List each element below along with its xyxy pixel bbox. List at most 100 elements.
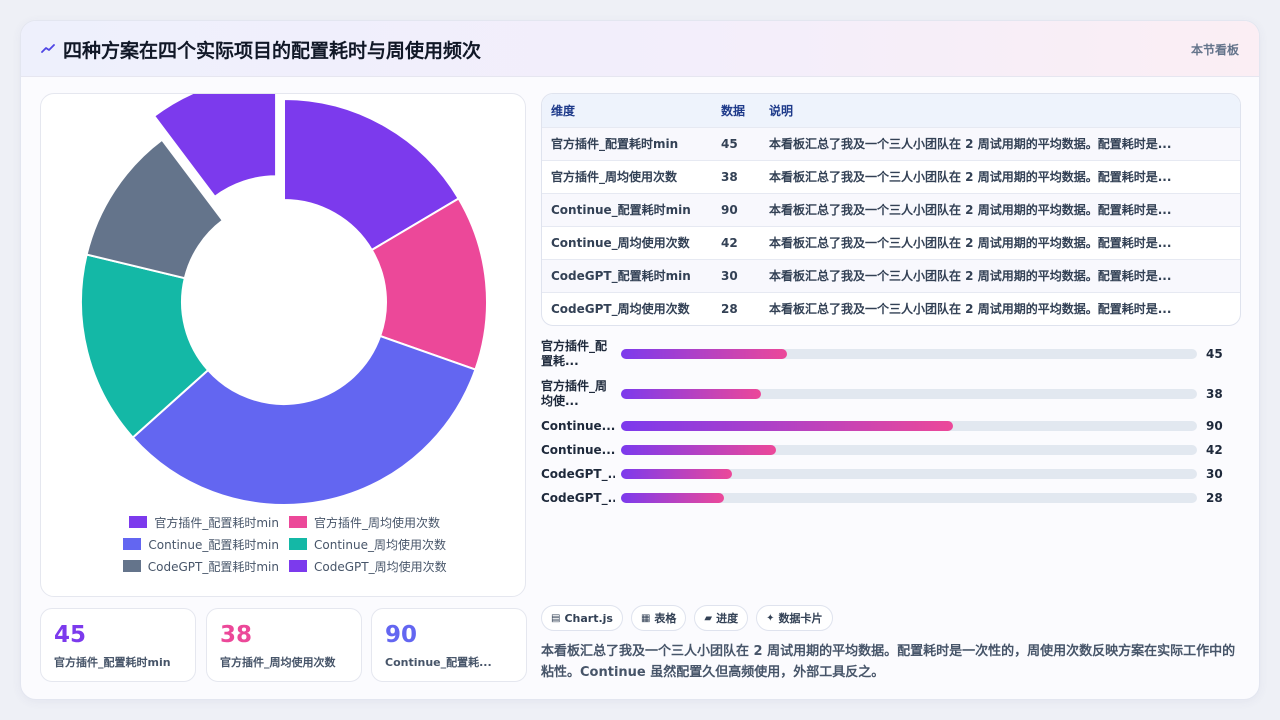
chip-label: Chart.js xyxy=(564,611,613,625)
kpi-card: 45 官方插件_配置耗时min xyxy=(40,608,196,682)
progress-label: Continue... xyxy=(541,419,615,433)
chip-label: 表格 xyxy=(654,612,677,625)
table-cell: Continue_配置耗时min xyxy=(551,203,691,217)
legend-item[interactable]: CodeGPT_配置耗时min xyxy=(81,558,279,574)
legend-swatch xyxy=(289,538,307,550)
table-cell: 38 xyxy=(721,169,738,184)
table-cell: 28 xyxy=(721,301,738,316)
column-header: 维度 xyxy=(551,103,576,118)
progress-fill xyxy=(621,389,762,399)
legend-swatch xyxy=(123,538,142,550)
table-cell: 42 xyxy=(721,235,738,250)
description-text: 本看板汇总了我及一个三人小团队在 2 周试用期的平均数据。配置耗时是一次性的，周… xyxy=(541,644,1236,680)
chip-table[interactable]: ▦ 表格 xyxy=(630,605,687,631)
data-table: 维度 数据 说明 官方插件_配置耗时min 45 本看板汇总了我及一个三人小团队在 … xyxy=(541,93,1241,326)
legend-item[interactable]: 官方插件_配置耗时min xyxy=(81,514,279,530)
table-cell: 本看板汇总了我及一个三人小团队在 2 周试用期的平均数据。配置耗时是... xyxy=(769,302,1172,317)
table-cell: CodeGPT_配置耗时min xyxy=(551,269,691,283)
table-row: CodeGPT_周均使用次数 28 本看板汇总了我及一个三人小团队在 2 周试用期的… xyxy=(542,292,1240,325)
progress-track xyxy=(621,469,1197,479)
legend-label: 官方插件_周均使用次数 xyxy=(314,515,441,530)
progress-track xyxy=(621,493,1197,503)
kpi-card: 38 官方插件_周均使用次数 xyxy=(206,608,362,682)
kpi-label: Continue_配置耗... xyxy=(385,656,492,669)
chart-legend: 官方插件_配置耗时min 官方插件_周均使用次数 Continue_配置耗时min C… xyxy=(81,514,487,574)
chip-progress[interactable]: ▰ 进度 xyxy=(694,605,749,631)
legend-swatch xyxy=(129,516,148,528)
legend-label: CodeGPT_周均使用次数 xyxy=(314,559,447,574)
column-header: 说明 xyxy=(769,103,794,118)
section-tag: 本节看板 xyxy=(1190,43,1239,57)
chip-chart[interactable]: ▤ Chart.js xyxy=(541,605,623,631)
legend-item[interactable]: Continue_周均使用次数 xyxy=(289,536,487,552)
progress-label: 官方插件_周均使... xyxy=(541,379,608,408)
progress-value: 45 xyxy=(1206,347,1223,361)
table-cell: 30 xyxy=(721,268,738,283)
table-row: 官方插件_周均使用次数 38 本看板汇总了我及一个三人小团队在 2 周试用期的平均数… xyxy=(542,160,1240,193)
chip-label: 进度 xyxy=(716,612,739,625)
table-cell: 90 xyxy=(721,202,738,217)
table-cell: 本看板汇总了我及一个三人小团队在 2 周试用期的平均数据。配置耗时是... xyxy=(769,170,1172,184)
legend-label: CodeGPT_配置耗时min xyxy=(147,559,279,574)
kpi-card: 90 Continue_配置耗... xyxy=(371,608,527,682)
sparkle-icon: ✦ xyxy=(766,612,775,624)
progress-track xyxy=(621,349,1197,359)
progress-label: CodeGPT_... xyxy=(541,467,615,481)
table-cell: 45 xyxy=(721,136,738,151)
legend-item[interactable]: 官方插件_周均使用次数 xyxy=(289,514,487,530)
progress-value: 28 xyxy=(1206,491,1223,505)
legend-item[interactable]: CodeGPT_周均使用次数 xyxy=(289,558,487,574)
kpi-value: 45 xyxy=(54,622,87,648)
progress-fill xyxy=(621,421,954,431)
progress-value: 42 xyxy=(1206,443,1223,457)
legend-label: 官方插件_配置耗时min xyxy=(154,515,279,530)
page-title: 四种方案在四个实际项目的配置耗时与周使用频次 xyxy=(63,40,482,62)
chip-label: 数据卡片 xyxy=(778,612,823,625)
progress-value: 38 xyxy=(1206,387,1223,401)
dashboard-card: 四种方案在四个实际项目的配置耗时与周使用频次 本节看板 官方插件_配置耗时min… xyxy=(20,20,1260,700)
progress-track xyxy=(621,445,1197,455)
progress-track xyxy=(621,421,1197,431)
chart-icon: ▤ xyxy=(551,612,561,624)
column-header: 数据 xyxy=(721,103,746,118)
progress-track xyxy=(621,389,1197,399)
legend-swatch xyxy=(122,560,141,572)
legend-item[interactable]: Continue_配置耗时min xyxy=(81,536,279,552)
kpi-value: 90 xyxy=(385,622,418,648)
progress-fill xyxy=(621,493,725,503)
progress-label: Continue... xyxy=(541,443,615,457)
legend-swatch xyxy=(289,516,307,528)
progress-label: 官方插件_配置耗... xyxy=(541,339,608,368)
feature-chips: ▤ Chart.js ▦ 表格 ▰ 进度 ✦ 数据卡片 xyxy=(541,605,833,631)
progress-fill xyxy=(621,349,788,359)
progress-icon: ▰ xyxy=(704,612,713,624)
table-row: CodeGPT_配置耗时min 30 本看板汇总了我及一个三人小团队在 2 周试用期… xyxy=(542,259,1240,292)
kpi-label: 官方插件_配置耗时min xyxy=(54,656,171,669)
table-cell: 本看板汇总了我及一个三人小团队在 2 周试用期的平均数据。配置耗时是... xyxy=(769,269,1172,283)
doughnut-chart-card: 官方插件_配置耗时min 官方插件_周均使用次数 Continue_配置耗时min C… xyxy=(40,93,526,597)
table-icon: ▦ xyxy=(640,612,651,624)
table-header-row: 维度 数据 说明 xyxy=(542,94,1240,127)
progress-fill xyxy=(621,445,777,455)
progress-label: CodeGPT_... xyxy=(541,491,615,505)
table-cell: Continue_周均使用次数 xyxy=(551,236,690,250)
kpi-label: 官方插件_周均使用次数 xyxy=(220,656,336,669)
doughnut-chart xyxy=(80,94,488,506)
table-row: Continue_周均使用次数 42 本看板汇总了我及一个三人小团队在 2 周试用期… xyxy=(542,226,1240,259)
kpi-value: 38 xyxy=(220,622,253,648)
progress-value: 30 xyxy=(1206,467,1223,481)
progress-value: 90 xyxy=(1206,419,1223,433)
legend-swatch xyxy=(289,560,307,572)
progress-fill xyxy=(621,469,732,479)
table-cell: 官方插件_周均使用次数 xyxy=(551,170,678,184)
table-row: Continue_配置耗时min 90 本看板汇总了我及一个三人小团队在 2 周试用… xyxy=(542,193,1240,226)
table-cell: CodeGPT_周均使用次数 xyxy=(551,302,690,317)
legend-label: Continue_配置耗时min xyxy=(148,537,279,552)
chip-sparkle[interactable]: ✦ 数据卡片 xyxy=(756,605,833,631)
table-cell: 官方插件_配置耗时min xyxy=(551,137,679,151)
table-row: 官方插件_配置耗时min 45 本看板汇总了我及一个三人小团队在 2 周试用期的平均… xyxy=(542,127,1240,160)
table-cell: 本看板汇总了我及一个三人小团队在 2 周试用期的平均数据。配置耗时是... xyxy=(769,203,1172,217)
table-cell: 本看板汇总了我及一个三人小团队在 2 周试用期的平均数据。配置耗时是... xyxy=(769,236,1172,250)
header: 四种方案在四个实际项目的配置耗时与周使用频次 本节看板 xyxy=(21,21,1259,77)
table-cell: 本看板汇总了我及一个三人小团队在 2 周试用期的平均数据。配置耗时是... xyxy=(769,137,1172,151)
